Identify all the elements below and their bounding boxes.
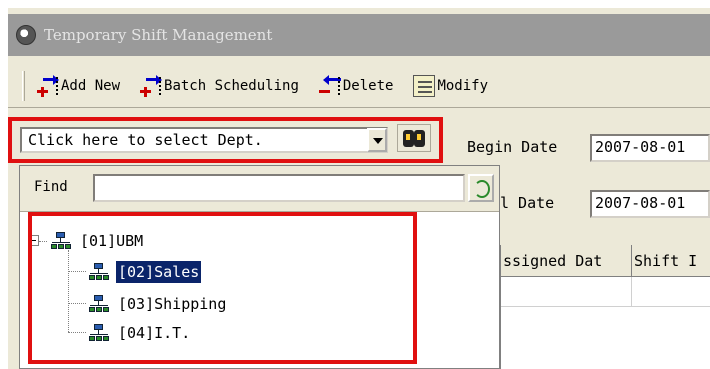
modify-button[interactable]: Modify	[413, 74, 489, 97]
batch-scheduling-icon	[140, 74, 163, 97]
network-icon	[88, 295, 110, 313]
add-new-label: Add New	[61, 77, 121, 94]
network-icon	[88, 324, 110, 342]
column-header-shift[interactable]: Shift I	[632, 245, 710, 277]
add-new-button[interactable]: Add New	[37, 74, 121, 97]
tree-node-ubm[interactable]: [01]UBM	[50, 229, 145, 253]
delete-label: Delete	[342, 77, 394, 94]
network-icon	[88, 263, 110, 281]
tree-node-sales[interactable]: [02]Sales	[88, 260, 203, 284]
title-bar: Temporary Shift Management	[8, 14, 710, 56]
tree-node-it[interactable]: [04]I.T.	[88, 321, 192, 345]
begin-date-label: Begin Date	[467, 138, 558, 156]
toolbar-grip	[22, 70, 25, 101]
dept-select-input[interactable]: Click here to select Dept.	[20, 127, 388, 153]
toolbar: Add New Batch Scheduling Delete Modify	[8, 64, 710, 108]
table-row[interactable]	[501, 277, 710, 307]
find-row: Find	[20, 166, 499, 212]
dept-dropdown-panel: Find [01]UBM [02]Sales [03]Shipping [04]…	[19, 165, 500, 369]
add-new-icon	[37, 74, 59, 97]
grid-header: ssigned Dat Shift I	[501, 245, 710, 277]
tree-node-shipping[interactable]: [03]Shipping	[88, 292, 228, 316]
modify-label: Modify	[437, 77, 489, 94]
tree-node-label: [04]I.T.	[118, 324, 191, 342]
table-cell	[501, 277, 632, 307]
modify-icon	[413, 74, 436, 97]
begin-date-input[interactable]: 2007-08-01	[590, 134, 710, 162]
find-input[interactable]	[93, 174, 465, 202]
delete-icon	[318, 74, 341, 97]
binoculars-icon[interactable]	[397, 124, 431, 152]
shift-grid: ssigned Dat Shift I	[500, 245, 710, 369]
column-header-assigned-date[interactable]: ssigned Dat	[501, 245, 632, 277]
tree-node-label: [03]Shipping	[118, 295, 227, 313]
collapse-toggle-icon[interactable]	[28, 235, 39, 246]
app-icon	[16, 25, 36, 45]
end-date-input[interactable]: 2007-08-01	[590, 190, 710, 218]
refresh-icon[interactable]	[468, 174, 494, 202]
tree-node-label: [01]UBM	[80, 232, 144, 250]
batch-scheduling-button[interactable]: Batch Scheduling	[140, 74, 299, 97]
end-date-label: l Date	[500, 194, 555, 212]
find-label: Find	[34, 179, 68, 195]
dept-dropdown-arrow[interactable]	[367, 128, 387, 152]
network-icon	[50, 232, 72, 250]
batch-scheduling-label: Batch Scheduling	[164, 77, 299, 94]
delete-button[interactable]: Delete	[318, 74, 394, 97]
window-title: Temporary Shift Management	[44, 26, 273, 44]
tree-node-label: [02]Sales	[114, 260, 203, 284]
